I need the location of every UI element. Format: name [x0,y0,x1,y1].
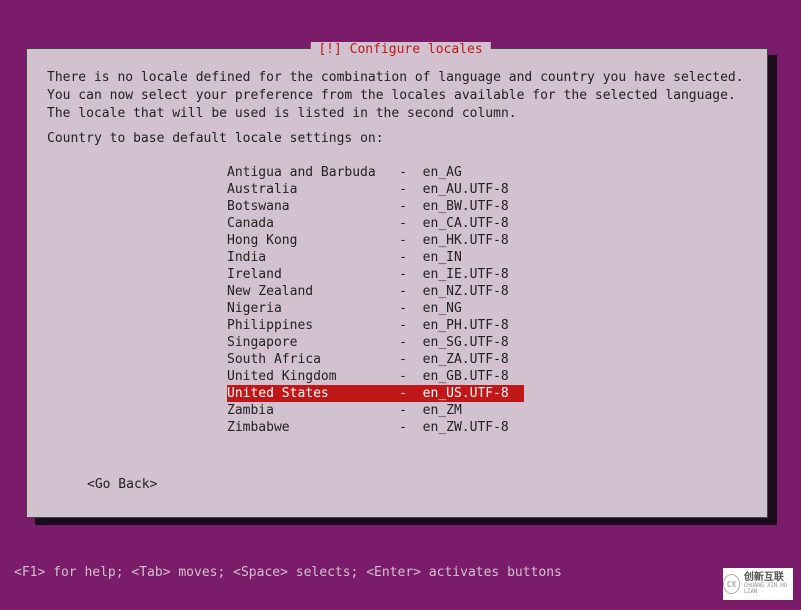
locale-option[interactable]: Zimbabwe - en_ZW.UTF-8 [227,419,524,436]
locale-option[interactable]: Zambia - en_ZM [227,402,524,419]
intro-text: There is no locale defined for the combi… [47,69,747,124]
go-back-button[interactable]: <Go Back> [87,477,157,492]
locale-option[interactable]: New Zealand - en_NZ.UTF-8 [227,283,524,300]
locale-option[interactable]: Ireland - en_IE.UTF-8 [227,266,524,283]
locale-option[interactable]: United States - en_US.UTF-8 [227,385,524,402]
help-bar: <F1> for help; <Tab> moves; <Space> sele… [14,565,562,580]
watermark-logo: CX 创新互联 CHUANG XIN HU LIAN [723,568,793,600]
locale-option[interactable]: Nigeria - en_NG [227,300,524,317]
locale-option[interactable]: Philippines - en_PH.UTF-8 [227,317,524,334]
locale-option[interactable]: South Africa - en_ZA.UTF-8 [227,351,524,368]
locale-option[interactable]: United Kingdom - en_GB.UTF-8 [227,368,524,385]
watermark-bottom: CHUANG XIN HU LIAN [744,583,793,595]
locale-option[interactable]: India - en_IN [227,249,524,266]
locale-option[interactable]: Singapore - en_SG.UTF-8 [227,334,524,351]
intro-line-2: You can now select your preference from … [47,87,747,105]
locale-option[interactable]: Hong Kong - en_HK.UTF-8 [227,232,524,249]
locale-option[interactable]: Botswana - en_BW.UTF-8 [227,198,524,215]
watermark-icon: CX [723,574,740,594]
locale-option[interactable]: Antigua and Barbuda - en_AG [227,164,524,181]
prompt-text: Country to base default locale settings … [47,131,384,146]
configure-locales-dialog: There is no locale defined for the combi… [26,48,768,518]
locale-list[interactable]: Antigua and Barbuda - en_AGAustralia - e… [227,164,524,436]
watermark-text: 创新互联 CHUANG XIN HU LIAN [744,573,793,595]
dialog-title: [!] Configure locales [310,42,490,57]
locale-option[interactable]: Canada - en_CA.UTF-8 [227,215,524,232]
locale-option[interactable]: Australia - en_AU.UTF-8 [227,181,524,198]
dialog-title-text: [!] Configure locales [318,42,482,57]
intro-line-1: There is no locale defined for the combi… [47,69,747,87]
intro-line-3: The locale that will be used is listed i… [47,105,747,123]
